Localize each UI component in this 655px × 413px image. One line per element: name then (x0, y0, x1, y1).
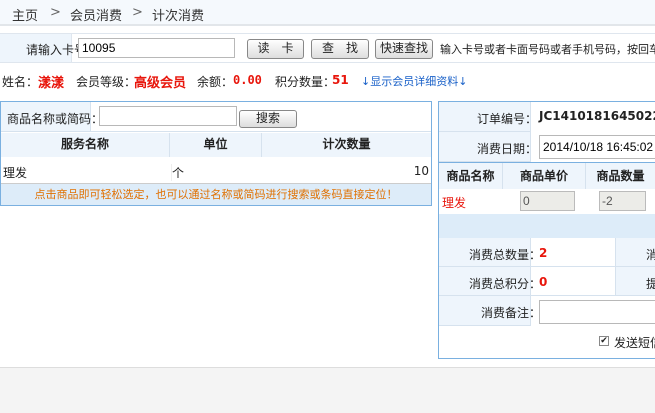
order-panel: 订单编号： JC1410181645022974 消费日期： 商品名称 商品单价… (438, 101, 655, 359)
card-row: 请输入卡号： 读 卡 查 找 快速查找 输入卡号或者卡面号码或者手机号码，按回车 (0, 33, 655, 63)
col-count: 计次数量 (262, 133, 431, 157)
item-price (520, 191, 575, 211)
total-qty: 2 (539, 246, 548, 260)
extra-label: 提 (646, 277, 655, 291)
read-card-button[interactable]: 读 卡 (247, 39, 304, 59)
col-price: 商品单价 (503, 163, 586, 189)
breadcrumb-sep: > (50, 5, 61, 20)
member-name: 漾漾 (38, 76, 65, 91)
total-amount-label: 消 (646, 248, 655, 262)
balance: 0.00 (233, 73, 262, 87)
note-input[interactable] (539, 300, 655, 324)
footer-area (0, 367, 655, 413)
date-input[interactable] (539, 135, 655, 159)
sms-checkbox[interactable]: ✔ (599, 336, 609, 346)
service-panel: 商品名称或简码： 搜索 服务名称 单位 计次数量 理发 个 10 点击商品即可轻… (0, 101, 432, 206)
sms-label: 发送短信 (614, 336, 655, 350)
card-input[interactable] (78, 38, 235, 58)
total-points: 0 (539, 275, 548, 289)
total-qty-label: 消费总数量： (469, 248, 542, 262)
breadcrumb-home[interactable]: 主页 (12, 5, 38, 24)
total-points-label: 消费总积分： (469, 277, 542, 291)
card-hint: 输入卡号或者卡面号码或者手机号码，按回车 (440, 43, 655, 56)
member-level: 高级会员 (134, 76, 187, 91)
order-no-label: 订单编号： (477, 112, 538, 126)
note-label: 消费备注： (481, 306, 542, 320)
find-button[interactable]: 查 找 (311, 39, 369, 59)
row-service: 理发 (3, 166, 28, 180)
search-label: 商品名称或简码： (7, 112, 104, 126)
level-label: 会员等级： (76, 75, 137, 89)
breadcrumb-current: 计次消费 (152, 9, 205, 24)
search-input[interactable] (99, 106, 237, 126)
row-count: 10 (413, 164, 429, 178)
table-row[interactable]: 理发 个 10 (1, 157, 431, 184)
points-label: 积分数量： (275, 75, 336, 89)
item-name: 理发 (442, 196, 467, 210)
breadcrumb: 主页 > 会员消费 > 计次消费 (0, 0, 655, 26)
breadcrumb-member[interactable]: 会员消费 (70, 5, 122, 24)
summary-bar (439, 214, 655, 238)
col-unit: 单位 (170, 133, 262, 157)
name-label: 姓名： (2, 75, 39, 89)
points: 51 (332, 73, 349, 87)
col-service-name: 服务名称 (1, 133, 170, 157)
item-qty[interactable] (599, 191, 646, 211)
date-label: 消费日期： (477, 142, 538, 156)
tip-bar: 点击商品即可轻松选定，也可以通过名称或简码进行搜索或条码直接定位！ (1, 184, 431, 205)
col-qty: 商品数量 (586, 163, 655, 189)
quick-find-button[interactable]: 快速查找 (375, 39, 433, 59)
balance-label: 余额： (197, 75, 234, 89)
row-unit: 个 (171, 164, 185, 181)
col-item-name: 商品名称 (439, 163, 503, 189)
search-button[interactable]: 搜索 (239, 110, 297, 128)
order-no: JC1410181645022974 (539, 109, 655, 123)
breadcrumb-sep: > (132, 5, 143, 20)
show-details-link[interactable]: ↓显示会员详细资料↓ (361, 73, 467, 89)
